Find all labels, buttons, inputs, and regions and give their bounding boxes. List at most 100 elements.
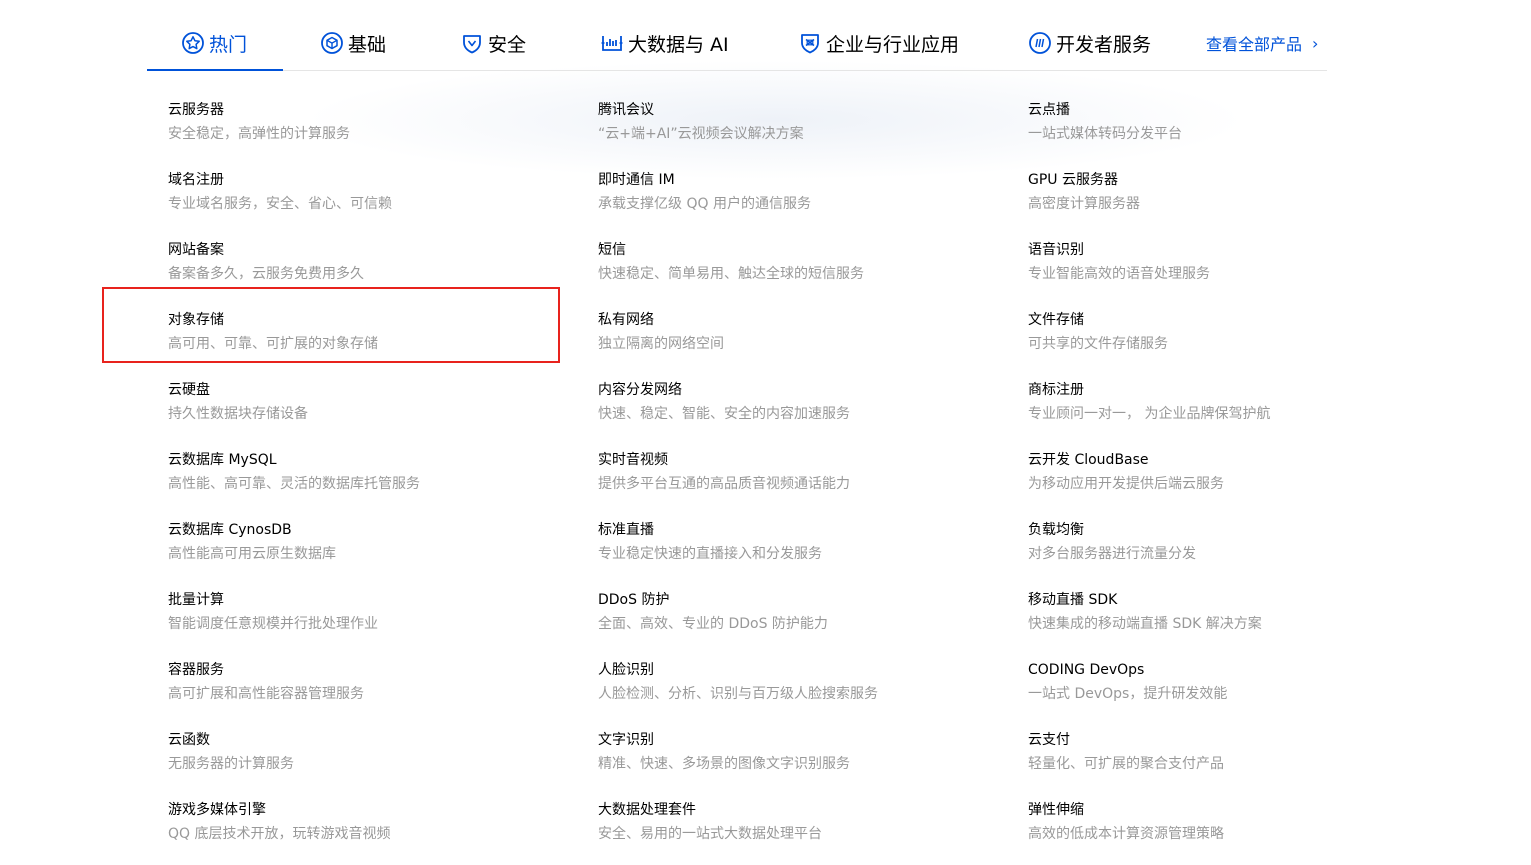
tab-security[interactable]: 安全 bbox=[460, 16, 526, 70]
product-desc: 快速、稳定、智能、安全的内容加速服务 bbox=[598, 406, 850, 422]
category-tabs: 热门 基础 安全 大数据与 AI 企业与行业应用 开发者服务 查看全部产品 › bbox=[147, 16, 1327, 71]
product-name: 腾讯会议 bbox=[598, 102, 654, 118]
product-item[interactable]: 对象存储高可用、可靠、可扩展的对象存储 bbox=[168, 310, 588, 368]
product-item[interactable]: 云数据库 CynosDB 高性能高可用云原生数据库 bbox=[168, 520, 588, 578]
product-desc: 为移动应用开发提供后端云服务 bbox=[1028, 476, 1224, 492]
product-name: 人脸识别 bbox=[598, 662, 654, 678]
product-desc: 备案备多久，云服务免费用多久 bbox=[168, 266, 364, 282]
product-item[interactable]: 人脸识别 人脸检测、分析、识别与百万级人脸搜索服务 bbox=[598, 660, 1018, 718]
product-item[interactable]: 私有网络独立隔离的网络空间 bbox=[598, 310, 1018, 368]
product-desc: 高可用、可靠、可扩展的对象存储 bbox=[168, 336, 378, 352]
tab-security-label: 安全 bbox=[488, 33, 527, 56]
product-desc: 专业顾问一对一， 为企业品牌保驾护航 bbox=[1028, 406, 1271, 422]
product-item[interactable]: 实时音视频提供多平台互通的高品质音视频通话能力 bbox=[598, 450, 1018, 508]
tab-bigdata-ai-label: 大数据与 AI bbox=[628, 33, 729, 56]
product-item[interactable]: CODING DevOps 一站式 DevOps，提升研发效能 bbox=[1028, 660, 1448, 718]
product-desc: 精准、快速、多场景的图像文字识别服务 bbox=[598, 756, 850, 772]
view-all-products-link[interactable]: 查看全部产品 › bbox=[1206, 16, 1318, 70]
product-desc: 快速稳定、简单易用、触达全球的短信服务 bbox=[598, 266, 864, 282]
product-item[interactable]: 弹性伸缩高效的低成本计算资源管理策略 bbox=[1028, 800, 1448, 858]
product-desc: 持久性数据块存储设备 bbox=[168, 406, 308, 422]
product-name: 弹性伸缩 bbox=[1028, 802, 1084, 818]
product-name: 云硬盘 bbox=[168, 382, 210, 398]
tab-basic[interactable]: 基础 bbox=[320, 16, 386, 70]
product-item[interactable]: 容器服务高可扩展和高性能容器管理服务 bbox=[168, 660, 588, 718]
tab-hot[interactable]: 热门 bbox=[181, 16, 247, 70]
product-name: 大数据处理套件 bbox=[598, 802, 696, 818]
product-desc: 高效的低成本计算资源管理策略 bbox=[1028, 826, 1224, 842]
tab-developer[interactable]: 开发者服务 bbox=[1028, 16, 1151, 70]
product-item[interactable]: 云函数 无服务器的计算服务 bbox=[168, 730, 588, 788]
product-name: 容器服务 bbox=[168, 662, 224, 678]
product-item[interactable]: 大数据处理套件 安全、易用的一站式大数据处理平台 bbox=[598, 800, 1018, 858]
product-name: 文字识别 bbox=[598, 732, 654, 748]
product-name: 文件存储 bbox=[1028, 312, 1084, 328]
product-desc: 全面、高效、专业的 DDoS 防护能力 bbox=[598, 616, 828, 632]
shield-icon bbox=[463, 35, 481, 54]
product-item[interactable]: 云数据库 MySQL 高性能、高可靠、灵活的数据库托管服务 bbox=[168, 450, 588, 508]
product-desc: 高可扩展和高性能容器管理服务 bbox=[168, 686, 364, 702]
product-item[interactable]: 批量计算 智能调度任意规模并行批处理作业 bbox=[168, 590, 588, 648]
product-desc: QQ 底层技术开放，玩转游戏音视频 bbox=[168, 826, 391, 842]
product-name: 负载均衡 bbox=[1028, 522, 1084, 538]
tab-enterprise-label: 企业与行业应用 bbox=[826, 33, 960, 56]
product-name: 移动直播 SDK bbox=[1028, 592, 1118, 608]
base-cube-icon bbox=[321, 32, 343, 54]
product-name: GPU 云服务器 bbox=[1028, 172, 1118, 188]
product-desc: 专业域名服务，安全、省心、可信赖 bbox=[168, 196, 392, 212]
product-item[interactable]: 短信快速稳定、简单易用、触达全球的短信服务 bbox=[598, 240, 1018, 298]
product-item[interactable]: 腾讯会议 “云+端+AI”云视频会议解决方案 bbox=[598, 100, 1018, 158]
product-desc: 高性能高可用云原生数据库 bbox=[168, 546, 336, 562]
product-name: 内容分发网络 bbox=[598, 382, 682, 398]
product-desc: 承载支撑亿级 QQ 用户的通信服务 bbox=[598, 196, 811, 212]
tab-bigdata-ai[interactable]: 大数据与 AI bbox=[600, 16, 729, 70]
product-item[interactable]: 文件存储可共享的文件存储服务 bbox=[1028, 310, 1448, 368]
product-item[interactable]: 云开发 CloudBase 为移动应用开发提供后端云服务 bbox=[1028, 450, 1448, 508]
product-item[interactable]: 云服务器 安全稳定，高弹性的计算服务 bbox=[168, 100, 588, 158]
chevron-right-icon: › bbox=[1312, 33, 1319, 53]
developer-code-icon bbox=[1029, 32, 1051, 54]
product-item[interactable]: 游戏多媒体引擎 QQ 底层技术开放，玩转游戏音视频 bbox=[168, 800, 588, 858]
product-name: 网站备案 bbox=[168, 242, 224, 258]
product-item[interactable]: GPU 云服务器高密度计算服务器 bbox=[1028, 170, 1448, 228]
tab-hot-label: 热门 bbox=[209, 33, 248, 56]
product-item[interactable]: 内容分发网络快速、稳定、智能、安全的内容加速服务 bbox=[598, 380, 1018, 438]
product-name: CODING DevOps bbox=[1028, 662, 1145, 678]
product-desc: 可共享的文件存储服务 bbox=[1028, 336, 1168, 352]
product-desc: 安全稳定，高弹性的计算服务 bbox=[168, 126, 350, 142]
product-desc: 提供多平台互通的高品质音视频通话能力 bbox=[598, 476, 850, 492]
product-item[interactable]: 域名注册专业域名服务，安全、省心、可信赖 bbox=[168, 170, 588, 228]
tab-basic-label: 基础 bbox=[348, 33, 387, 56]
product-desc: 高性能、高可靠、灵活的数据库托管服务 bbox=[168, 476, 420, 492]
product-name: 游戏多媒体引擎 bbox=[168, 802, 266, 818]
product-name: 短信 bbox=[598, 242, 626, 258]
product-name: 即时通信 IM bbox=[598, 172, 675, 188]
product-desc: 高密度计算服务器 bbox=[1028, 196, 1140, 212]
star-badge-icon bbox=[182, 32, 204, 54]
product-desc: 独立隔离的网络空间 bbox=[598, 336, 724, 352]
product-item[interactable]: 网站备案备案备多久，云服务免费用多久 bbox=[168, 240, 588, 298]
product-desc: 轻量化、可扩展的聚合支付产品 bbox=[1028, 756, 1224, 772]
product-item[interactable]: 云支付 轻量化、可扩展的聚合支付产品 bbox=[1028, 730, 1448, 788]
product-name: 语音识别 bbox=[1028, 242, 1084, 258]
tab-enterprise[interactable]: 企业与行业应用 bbox=[798, 16, 959, 70]
product-name: 实时音视频 bbox=[598, 452, 668, 468]
product-item[interactable]: 云点播 一站式媒体转码分发平台 bbox=[1028, 100, 1448, 158]
product-desc: 一站式媒体转码分发平台 bbox=[1028, 126, 1182, 142]
product-item[interactable]: 文字识别精准、快速、多场景的图像文字识别服务 bbox=[598, 730, 1018, 788]
product-name: 对象存储 bbox=[168, 312, 224, 328]
active-tab-indicator bbox=[147, 69, 283, 71]
product-name: 私有网络 bbox=[598, 312, 654, 328]
product-item[interactable]: 语音识别 专业智能高效的语音处理服务 bbox=[1028, 240, 1448, 298]
product-item[interactable]: 即时通信 IM 承载支撑亿级 QQ 用户的通信服务 bbox=[598, 170, 1018, 228]
product-name: 域名注册 bbox=[168, 172, 224, 188]
product-item[interactable]: 标准直播 专业稳定快速的直播接入和分发服务 bbox=[598, 520, 1018, 578]
product-name: 标准直播 bbox=[598, 522, 654, 538]
product-item[interactable]: 商标注册 专业顾问一对一， 为企业品牌保驾护航 bbox=[1028, 380, 1448, 438]
product-item[interactable]: DDoS 防护 全面、高效、专业的 DDoS 防护能力 bbox=[598, 590, 1018, 648]
product-name: 批量计算 bbox=[168, 592, 224, 608]
product-item[interactable]: 负载均衡 对多台服务器进行流量分发 bbox=[1028, 520, 1448, 578]
product-item[interactable]: 云硬盘持久性数据块存储设备 bbox=[168, 380, 588, 438]
product-desc: 无服务器的计算服务 bbox=[168, 756, 294, 772]
product-item[interactable]: 移动直播 SDK 快速集成的移动端直播 SDK 解决方案 bbox=[1028, 590, 1448, 648]
